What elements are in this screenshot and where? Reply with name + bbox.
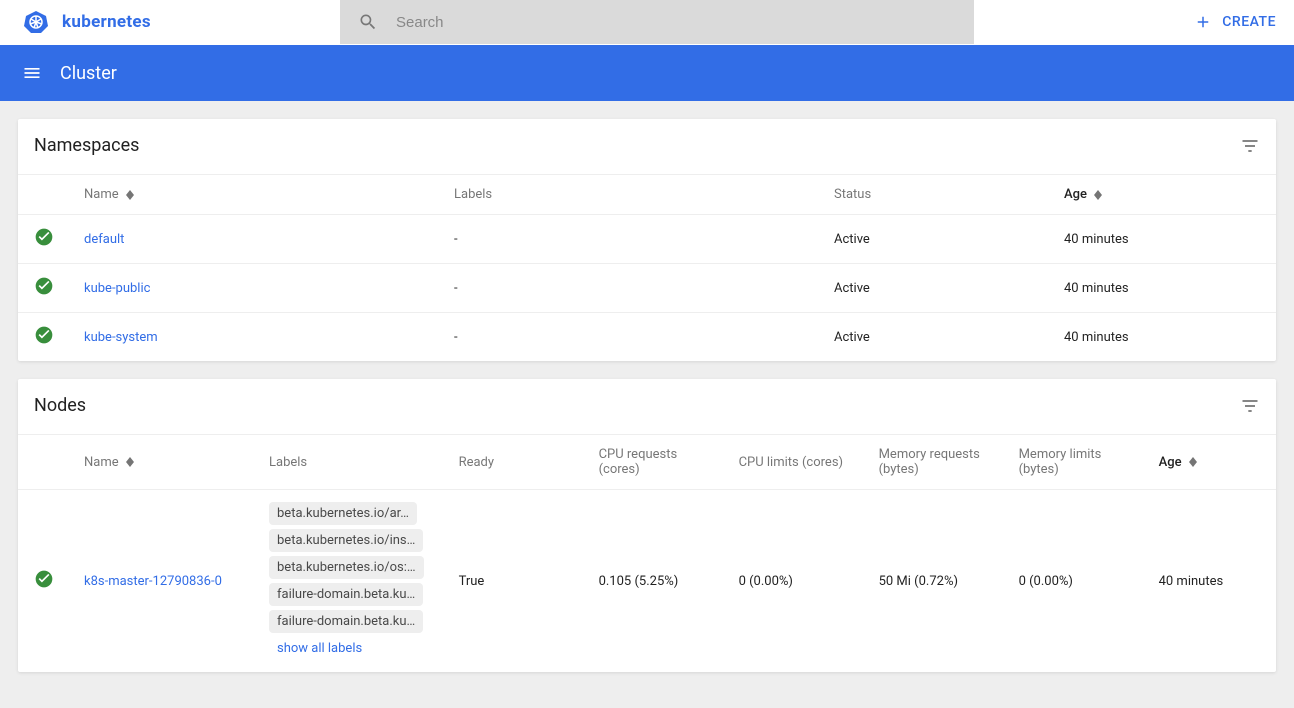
namespace-link[interactable]: default [84,232,124,247]
col-mem-lim[interactable]: Memory limits (bytes) [1003,435,1143,490]
content-area: Namespaces Name Labels Status [0,101,1294,708]
namespace-link[interactable]: kube-public [84,281,150,296]
success-check-icon [34,569,54,589]
sort-indicator-icon [1094,190,1102,200]
age-cell: 40 minutes [1048,215,1276,264]
label-chip[interactable]: failure-domain.beta.ku… [269,610,423,633]
status-cell: Active [818,313,1048,362]
right-actions: CREATE [974,13,1294,31]
label-chip[interactable]: beta.kubernetes.io/os:… [269,556,424,579]
filter-icon[interactable] [1240,136,1260,156]
col-ready[interactable]: Ready [443,435,583,490]
col-labels[interactable]: Labels [253,435,443,490]
kubernetes-logo-icon [24,10,48,34]
labels-cell: - [438,313,818,362]
status-cell: Active [818,215,1048,264]
success-check-icon [34,227,54,247]
col-mem-req[interactable]: Memory requests (bytes) [863,435,1003,490]
labels-cell: beta.kubernetes.io/ar… beta.kubernetes.io… [253,490,443,673]
name-cell: kube-public [68,264,438,313]
col-labels[interactable]: Labels [438,175,818,215]
table-row: kube-system -Active40 minutes [18,313,1276,362]
name-cell: kube-system [68,313,438,362]
ready-cell: True [443,490,583,673]
mem-req-cell: 50 Mi (0.72%) [863,490,1003,673]
sort-indicator-icon [1189,457,1197,467]
namespaces-table: Name Labels Status Age [18,174,1276,361]
status-cell [18,490,68,673]
name-cell: k8s-master-12790836-0 [68,490,253,673]
subheader: Cluster [0,45,1294,101]
col-name[interactable]: Name [68,175,438,215]
menu-icon[interactable] [22,63,42,83]
page-title: Cluster [60,63,117,84]
col-age[interactable]: Age [1048,175,1276,215]
namespaces-card: Namespaces Name Labels Status [18,119,1276,361]
search-input[interactable] [396,14,956,31]
plus-icon [1194,13,1212,31]
age-cell: 40 minutes [1048,264,1276,313]
mem-lim-cell: 0 (0.00%) [1003,490,1143,673]
label-chip[interactable]: failure-domain.beta.ku… [269,583,423,606]
labels-cell: - [438,215,818,264]
col-status[interactable]: Status [818,175,1048,215]
status-cell [18,313,68,362]
table-row: kube-public -Active40 minutes [18,264,1276,313]
show-all-labels-link[interactable]: show all labels [269,637,370,660]
sort-indicator-icon [126,190,134,200]
search-icon [358,12,378,32]
cpu-req-cell: 0.105 (5.25%) [583,490,723,673]
namespace-link[interactable]: kube-system [84,330,158,345]
cpu-lim-cell: 0 (0.00%) [723,490,863,673]
sort-indicator-icon [126,457,134,467]
col-cpu-req[interactable]: CPU requests (cores) [583,435,723,490]
age-cell: 40 minutes [1048,313,1276,362]
create-label: CREATE [1222,14,1276,30]
status-cell [18,264,68,313]
nodes-card: Nodes Name Labels Ready CPU requests [18,379,1276,672]
node-link[interactable]: k8s-master-12790836-0 [84,574,222,589]
col-cpu-lim[interactable]: CPU limits (cores) [723,435,863,490]
label-chip[interactable]: beta.kubernetes.io/ins… [269,529,423,552]
col-name[interactable]: Name [68,435,253,490]
topbar: kubernetes CREATE [0,0,1294,44]
label-chip[interactable]: beta.kubernetes.io/ar… [269,502,417,525]
labels-cell: - [438,264,818,313]
col-age[interactable]: Age [1143,435,1276,490]
age-cell: 40 minutes [1143,490,1276,673]
create-button[interactable]: CREATE [1194,13,1276,31]
table-row: k8s-master-12790836-0 beta.kubernetes.io/… [18,490,1276,673]
status-cell [18,215,68,264]
success-check-icon [34,325,54,345]
nodes-table: Name Labels Ready CPU requests (cores) C… [18,434,1276,672]
name-cell: default [68,215,438,264]
filter-icon[interactable] [1240,396,1260,416]
search-area[interactable] [340,0,974,44]
logo-text: kubernetes [62,12,151,32]
table-row: default -Active40 minutes [18,215,1276,264]
nodes-title: Nodes [34,395,86,416]
namespaces-title: Namespaces [34,135,139,156]
success-check-icon [34,276,54,296]
logo-area[interactable]: kubernetes [0,10,340,34]
status-cell: Active [818,264,1048,313]
